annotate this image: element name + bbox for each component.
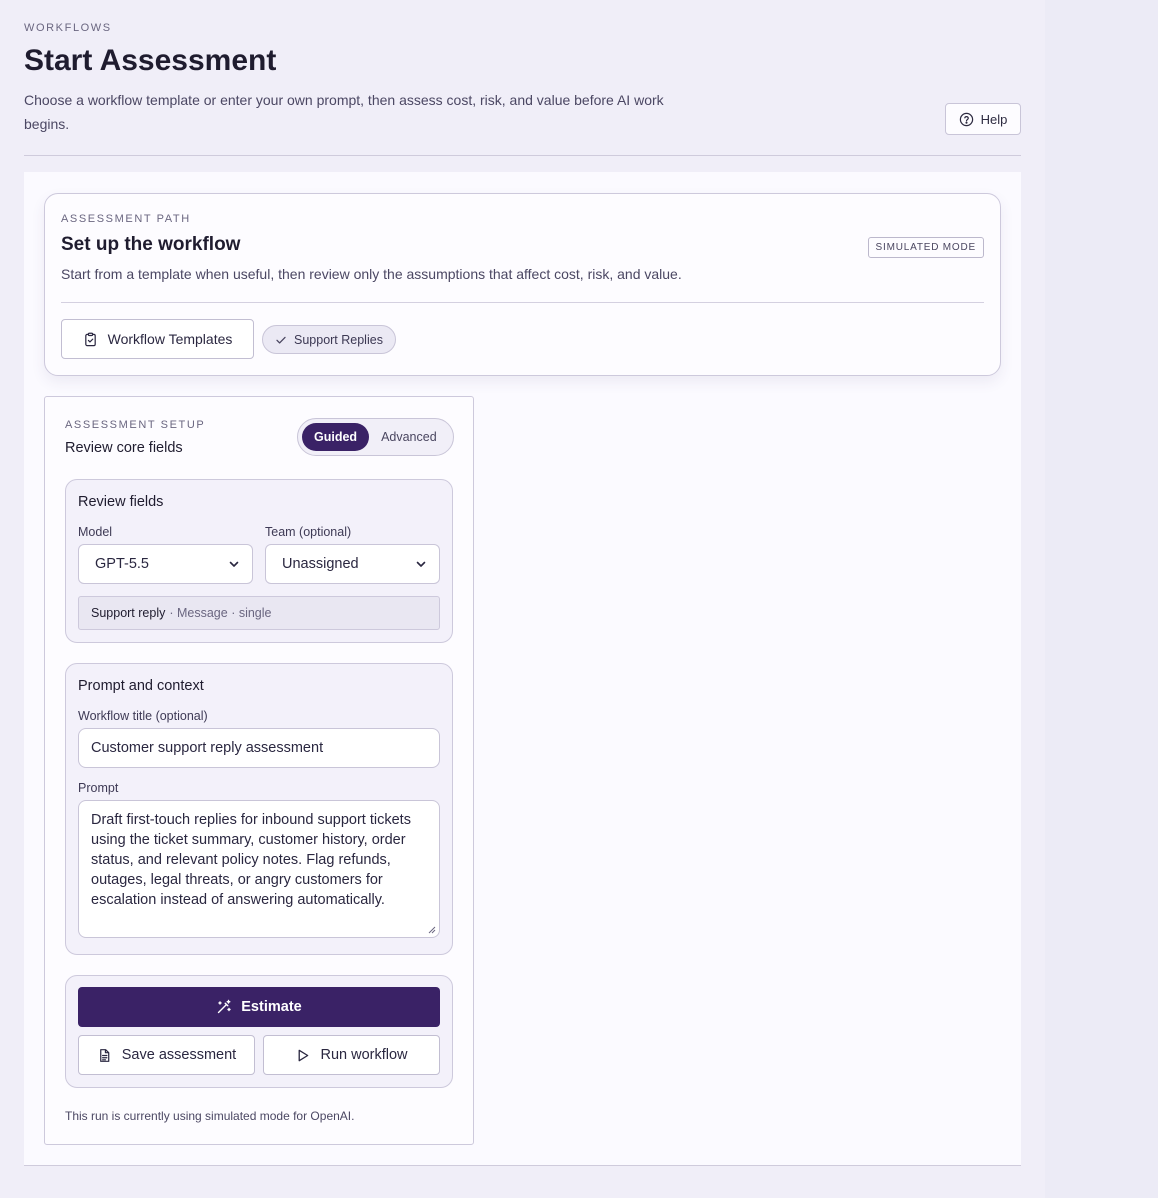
prompt-label: Prompt	[78, 781, 119, 795]
workflow-templates-label: Workflow Templates	[107, 331, 233, 347]
chevron-down-icon	[229, 561, 239, 567]
model-value: GPT-5.5	[95, 556, 149, 572]
simulated-mode-badge: SIMULATED MODE	[867, 237, 984, 258]
team-label: Team (optional)	[265, 525, 352, 539]
prompt-context-card: Prompt and context Workflow title (optio…	[65, 663, 453, 955]
review-fields-card: Review fields Model Team (optional) GPT-…	[65, 479, 453, 643]
workflow-templates-button[interactable]: Workflow Templates	[61, 319, 254, 359]
save-assessment-label: Save assessment	[121, 1047, 237, 1063]
page-description: Choose a workflow template or enter your…	[24, 92, 664, 132]
clipboard-icon	[84, 332, 96, 346]
setup-eyebrow: ASSESSMENT SETUP	[65, 419, 206, 431]
review-fields-title: Review fields	[78, 494, 164, 510]
page-title: Start Assessment	[24, 44, 277, 77]
estimate-label: Estimate	[241, 999, 302, 1015]
run-workflow-button[interactable]: Run workflow	[263, 1035, 440, 1075]
path-description: Start from a template when useful, then …	[61, 266, 682, 282]
play-icon	[299, 1049, 309, 1061]
actions-card: Estimate Save assessment Run workflow	[65, 975, 453, 1088]
resize-grip-icon[interactable]	[428, 926, 436, 934]
assessment-setup-card: ASSESSMENT SETUP Review core fields Guid…	[44, 396, 474, 1145]
right-background-strip	[1045, 0, 1158, 1198]
mode-guided[interactable]: Guided	[302, 423, 370, 451]
page-eyebrow: WORKFLOWS	[24, 22, 112, 34]
team-value: Unassigned	[282, 556, 359, 572]
path-divider	[61, 302, 984, 303]
document-icon	[99, 1048, 110, 1062]
team-select[interactable]: Unassigned	[265, 544, 440, 584]
simulated-mode-footnote: This run is currently using simulated mo…	[65, 1109, 355, 1123]
selected-template-label: Support Replies	[294, 332, 383, 347]
selected-template-chip[interactable]: Support Replies	[262, 325, 396, 354]
main-panel: ASSESSMENT PATH Set up the workflow SIMU…	[24, 172, 1021, 1166]
workflow-summary-bar: Support reply · Message · single	[78, 596, 440, 630]
workflow-title-label: Workflow title (optional)	[78, 709, 208, 723]
summary-meta: · Message · single	[169, 606, 272, 620]
prompt-context-title: Prompt and context	[78, 678, 204, 694]
path-eyebrow: ASSESSMENT PATH	[61, 213, 191, 225]
check-icon	[276, 336, 286, 344]
chevron-down-icon	[416, 561, 426, 567]
prompt-textarea[interactable]: Draft first-touch replies for inbound su…	[78, 800, 440, 938]
mode-advanced[interactable]: Advanced	[369, 423, 449, 451]
model-select[interactable]: GPT-5.5	[78, 544, 253, 584]
workflow-title-input[interactable]: Customer support reply assessment	[78, 728, 440, 768]
estimate-button[interactable]: Estimate	[78, 987, 440, 1027]
help-circle-icon	[959, 112, 973, 126]
setup-title: Review core fields	[65, 440, 183, 456]
save-assessment-button[interactable]: Save assessment	[78, 1035, 255, 1075]
summary-type: Support reply	[91, 606, 166, 620]
help-button[interactable]: Help	[945, 103, 1021, 135]
model-label: Model	[78, 525, 113, 539]
mode-toggle: Guided Advanced	[297, 418, 454, 456]
assessment-path-card: ASSESSMENT PATH Set up the workflow SIMU…	[44, 193, 1001, 376]
help-label: Help	[980, 111, 1008, 127]
magic-wand-icon	[218, 999, 231, 1014]
prompt-text: Draft first-touch replies for inbound su…	[91, 812, 411, 908]
header-divider	[24, 155, 1021, 156]
path-title: Set up the workflow	[61, 234, 241, 255]
run-workflow-label: Run workflow	[320, 1047, 408, 1063]
